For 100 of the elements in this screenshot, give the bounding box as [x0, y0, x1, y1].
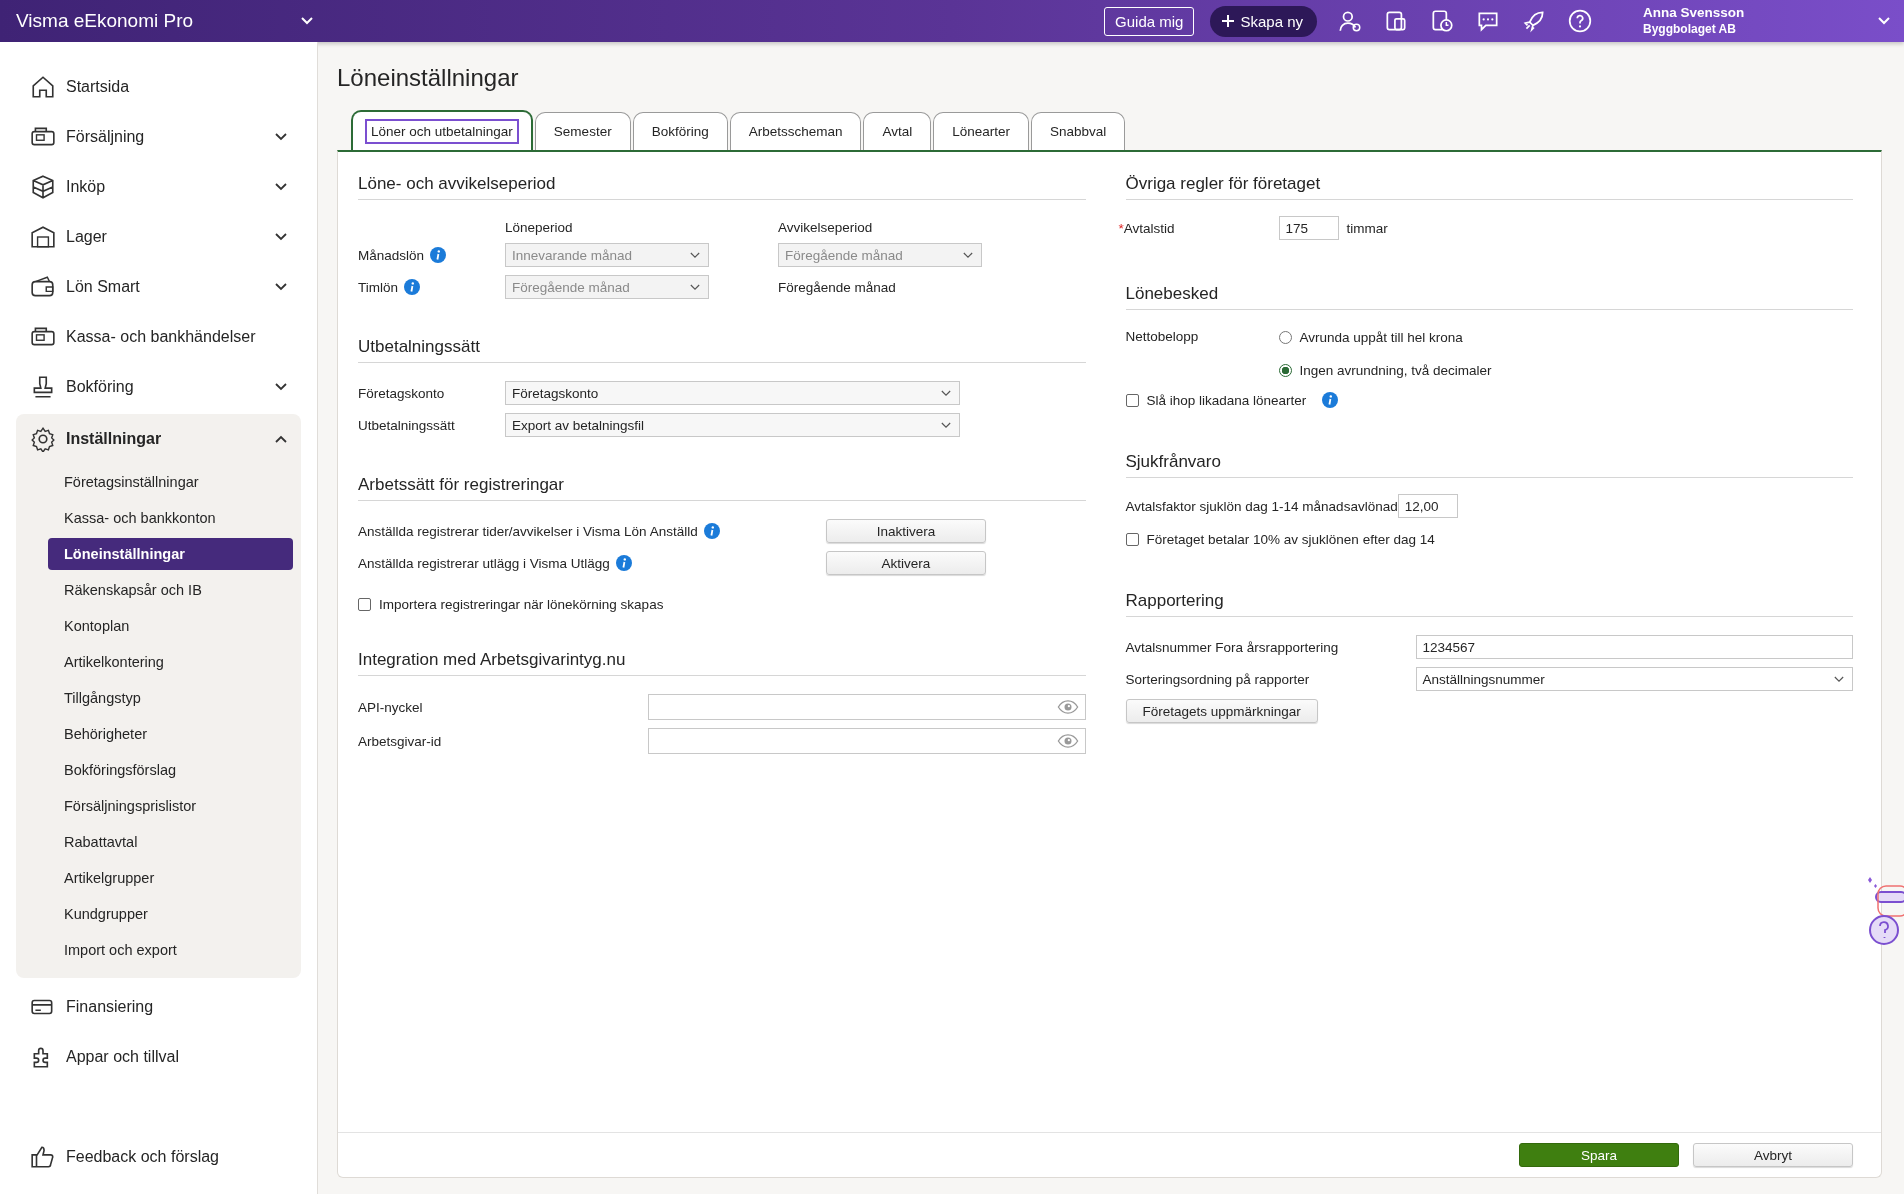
nav-subitem[interactable]: Kassa- och bankkonton: [48, 502, 293, 534]
info-icon[interactable]: [404, 279, 420, 295]
eye-icon[interactable]: [1056, 700, 1079, 714]
nav-item[interactable]: Lager: [16, 212, 301, 262]
radio-label: Ingen avrundning, två decimaler: [1299, 363, 1492, 378]
nav-subitem[interactable]: Försäljningsprislistor: [48, 790, 293, 822]
nav-item[interactable]: Finansiering: [16, 982, 301, 1032]
input-field[interactable]: [648, 694, 1086, 720]
radio-label: Avrunda uppåt till hel krona: [1299, 330, 1463, 345]
section-heading: Integration med Arbetsgivarintyg.nu: [358, 650, 1086, 676]
input-field[interactable]: 1234567: [1415, 635, 1853, 659]
setting-label: Anställda registrerar utlägg i Visma Utlägg: [358, 555, 610, 571]
nav-item[interactable]: Kassa- och bankhändelser: [16, 312, 301, 362]
checkbox-label: Slå ihop likadana lönearter: [1146, 392, 1307, 408]
tab[interactable]: Lönearter: [933, 112, 1030, 150]
field-label: Avtalsnummer Fora årsrapportering: [1125, 639, 1340, 655]
caret-icon[interactable]: [301, 17, 314, 25]
clock-icon[interactable]: [1429, 8, 1455, 34]
field-label: Avtalsfaktor sjuklön dag 1-14 månadsavlönad: [1125, 498, 1398, 514]
toggle-button[interactable]: Inaktivera: [826, 519, 986, 543]
tab[interactable]: Bokföring: [632, 112, 728, 150]
column-label: Avvikelseperiod: [778, 220, 874, 235]
create-button[interactable]: Skapa ny: [1210, 5, 1317, 37]
nav-subitem[interactable]: Företagsinställningar: [48, 466, 293, 498]
section-heading: Rapportering: [1125, 591, 1853, 617]
field-label: Arbetsgivar-id: [358, 733, 443, 749]
home-icon: [30, 74, 56, 100]
field-label: Utbetalningssätt: [358, 417, 456, 433]
input-field[interactable]: 175: [1278, 216, 1339, 240]
section-heading: Arbetssätt för registreringar: [358, 475, 1086, 501]
page-title: Löneinställningar: [337, 64, 520, 92]
help-icon[interactable]: [1567, 8, 1593, 34]
nav-item[interactable]: Bokföring: [16, 362, 301, 412]
nav-subitem[interactable]: Kundgrupper: [48, 898, 293, 930]
section-heading: Sjukfrånvaro: [1125, 452, 1853, 478]
nav-subitem[interactable]: Kontoplan: [48, 610, 293, 642]
section-heading: Övriga regler för företaget: [1125, 174, 1853, 200]
tags-button[interactable]: Företagets uppmärkningar: [1125, 699, 1318, 723]
nav-subitem[interactable]: Räkenskapsår och IB: [48, 574, 293, 606]
eye-icon[interactable]: [1056, 734, 1079, 748]
nav-subitem[interactable]: Löneinställningar: [48, 538, 293, 570]
tab[interactable]: Avtal: [863, 112, 932, 150]
box-icon: [30, 174, 56, 200]
nav-subitem[interactable]: Import och export: [48, 934, 293, 966]
nav-item[interactable]: Inköp: [16, 162, 301, 212]
tab[interactable]: Arbetsscheman: [729, 112, 862, 150]
section-heading: Lönebesked: [1125, 284, 1853, 310]
caret-icon[interactable]: [1878, 17, 1890, 25]
input-field[interactable]: 12,00: [1397, 494, 1458, 518]
document-icon[interactable]: [1383, 8, 1409, 34]
field-label: API-nyckel: [358, 699, 424, 715]
caret-icon: [690, 251, 700, 259]
nav-item[interactable]: Appar och tillval: [16, 1032, 301, 1082]
column-label: Löneperiod: [505, 220, 574, 235]
period-value: Föregående månad: [778, 279, 897, 295]
field-label: Månadslön: [358, 247, 425, 263]
feedback-link[interactable]: Feedback och förslag: [16, 1132, 301, 1186]
section-heading: Utbetalningssätt: [358, 337, 1086, 363]
nav-subitem[interactable]: Rabattavtal: [48, 826, 293, 858]
dropdown[interactable]: Anställningsnummer: [1415, 667, 1853, 691]
gear-icon: [30, 426, 56, 452]
checkbox[interactable]: [1125, 533, 1139, 546]
toggle-button[interactable]: Aktivera: [826, 551, 986, 575]
tab[interactable]: Semester: [534, 112, 631, 150]
warehouse-icon: [30, 224, 56, 250]
nav-subitem[interactable]: Behörigheter: [48, 718, 293, 750]
dropdown[interactable]: Företagskonto: [505, 381, 960, 405]
info-icon[interactable]: [430, 247, 447, 263]
section-heading: Löne- och avvikelseperiod: [358, 174, 1086, 200]
field-label: Nettobelopp: [1125, 329, 1200, 346]
caret-icon: [690, 283, 700, 291]
nav-subitem[interactable]: Tillgångstyp: [48, 682, 293, 714]
info-icon[interactable]: [1322, 392, 1339, 408]
field-label: Timlön: [358, 279, 398, 295]
checkbox[interactable]: [358, 598, 371, 611]
checkbox-label: Företaget betalar 10% av sjuklönen efter dag 14: [1146, 532, 1435, 547]
product-name: Visma eEkonomi Pro: [16, 10, 194, 32]
nav-subitem[interactable]: Artikelkontering: [48, 646, 293, 678]
radio-button[interactable]: [1278, 364, 1292, 377]
guide-button[interactable]: Guida mig: [1104, 6, 1195, 36]
input-field[interactable]: [648, 728, 1086, 754]
info-icon[interactable]: [615, 555, 632, 571]
checkbox[interactable]: [1125, 393, 1139, 407]
nav-subitem[interactable]: Artikelgrupper: [48, 862, 293, 894]
nav-item[interactable]: Inställningar: [16, 414, 301, 464]
field-label: Avtalstid: [1123, 220, 1175, 236]
save-button[interactable]: Spara: [1519, 1143, 1679, 1167]
tab[interactable]: Löner och utbetalningar: [351, 110, 533, 150]
info-icon[interactable]: [703, 523, 720, 539]
caret-icon: [963, 251, 973, 259]
nav-item[interactable]: Försäljning: [16, 112, 301, 162]
cancel-button[interactable]: Avbryt: [1693, 1143, 1853, 1167]
rocket-icon[interactable]: [1521, 8, 1547, 34]
nav-item[interactable]: Startsida: [16, 62, 301, 112]
nav-item[interactable]: Lön Smart: [16, 262, 301, 312]
nav-subitem[interactable]: Bokföringsförslag: [48, 754, 293, 786]
company-name: Byggbolaget AB: [1643, 21, 1737, 37]
dropdown[interactable]: Export av betalningsfil: [505, 413, 960, 437]
tab[interactable]: Snabbval: [1031, 112, 1126, 150]
caret-icon: [941, 421, 951, 429]
